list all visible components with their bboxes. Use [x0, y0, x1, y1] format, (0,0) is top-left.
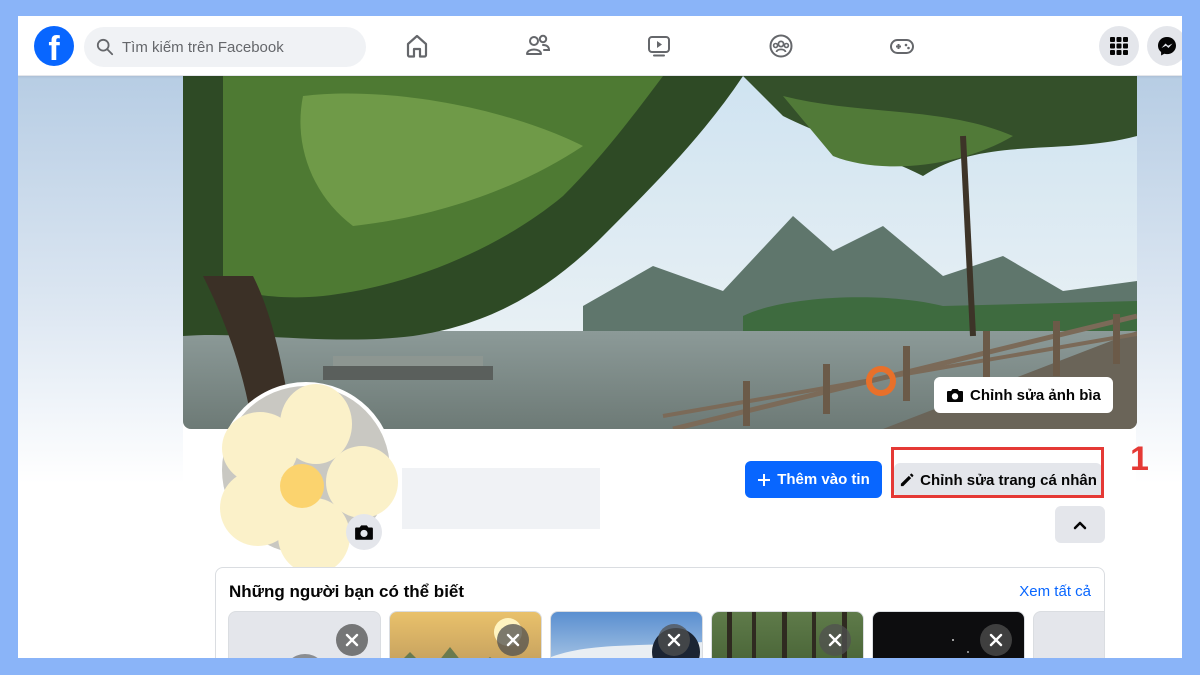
suggestion-card[interactable] [1033, 611, 1104, 658]
dismiss-suggestion-button[interactable] [819, 624, 851, 656]
add-to-story-button[interactable]: Thêm vào tin [745, 461, 882, 498]
suggestion-card[interactable] [550, 611, 703, 658]
chevron-up-icon [1073, 521, 1087, 529]
background-right [1136, 76, 1182, 658]
collapse-suggestions-button[interactable] [1055, 506, 1105, 543]
camera-icon [947, 389, 963, 402]
annotation-step-number: 1 [1130, 440, 1149, 478]
browser-frame: f Tìm kiếm trên Facebook Chỉnh sửa ảnh b… [18, 16, 1182, 658]
menu-button[interactable] [1099, 26, 1139, 66]
messenger-icon [1158, 37, 1176, 56]
tab-watch[interactable] [643, 30, 675, 62]
update-avatar-button[interactable] [346, 514, 382, 550]
home-icon [406, 34, 428, 58]
messenger-button[interactable] [1147, 26, 1182, 66]
camera-icon [355, 525, 373, 540]
close-icon [345, 633, 359, 647]
close-icon [989, 633, 1003, 647]
annotation-highlight-box [891, 447, 1104, 498]
dismiss-suggestion-button[interactable] [336, 624, 368, 656]
tab-groups[interactable] [765, 30, 797, 62]
background-left [18, 76, 183, 658]
suggestion-card[interactable] [711, 611, 864, 658]
see-all-link[interactable]: Xem tất cả [1019, 583, 1091, 600]
suggestion-card[interactable] [872, 611, 1025, 658]
friends-icon [526, 34, 551, 55]
menu-grid-icon [1110, 37, 1128, 55]
close-icon [667, 633, 681, 647]
tab-home[interactable] [401, 30, 433, 62]
top-navigation-bar: f [18, 16, 1182, 76]
search-box[interactable] [84, 27, 366, 67]
close-icon [506, 633, 520, 647]
plus-icon [758, 473, 771, 486]
suggestion-card[interactable] [228, 611, 381, 658]
tab-friends[interactable] [522, 30, 554, 62]
suggestions-title: Những người bạn có thể biết [229, 582, 465, 601]
watch-icon [648, 36, 670, 57]
search-icon [96, 38, 114, 56]
profile-name-redacted [402, 468, 600, 529]
gaming-icon [890, 39, 914, 54]
edit-cover-photo-label: Chỉnh sửa ảnh bìa [970, 386, 1101, 404]
edit-cover-photo-button[interactable]: Chỉnh sửa ảnh bìa [934, 377, 1113, 413]
people-you-may-know-panel: Những người bạn có thể biết Xem tất cả [215, 567, 1105, 658]
groups-icon [769, 34, 793, 58]
add-to-story-label: Thêm vào tin [777, 471, 870, 488]
close-icon [828, 633, 842, 647]
dismiss-suggestion-button[interactable] [980, 624, 1012, 656]
tab-gaming[interactable] [886, 30, 918, 62]
dismiss-suggestion-button[interactable] [497, 624, 529, 656]
suggestion-card[interactable] [389, 611, 542, 658]
facebook-logo[interactable]: f [34, 26, 74, 66]
dismiss-suggestion-button[interactable] [658, 624, 690, 656]
search-input[interactable] [122, 38, 352, 56]
